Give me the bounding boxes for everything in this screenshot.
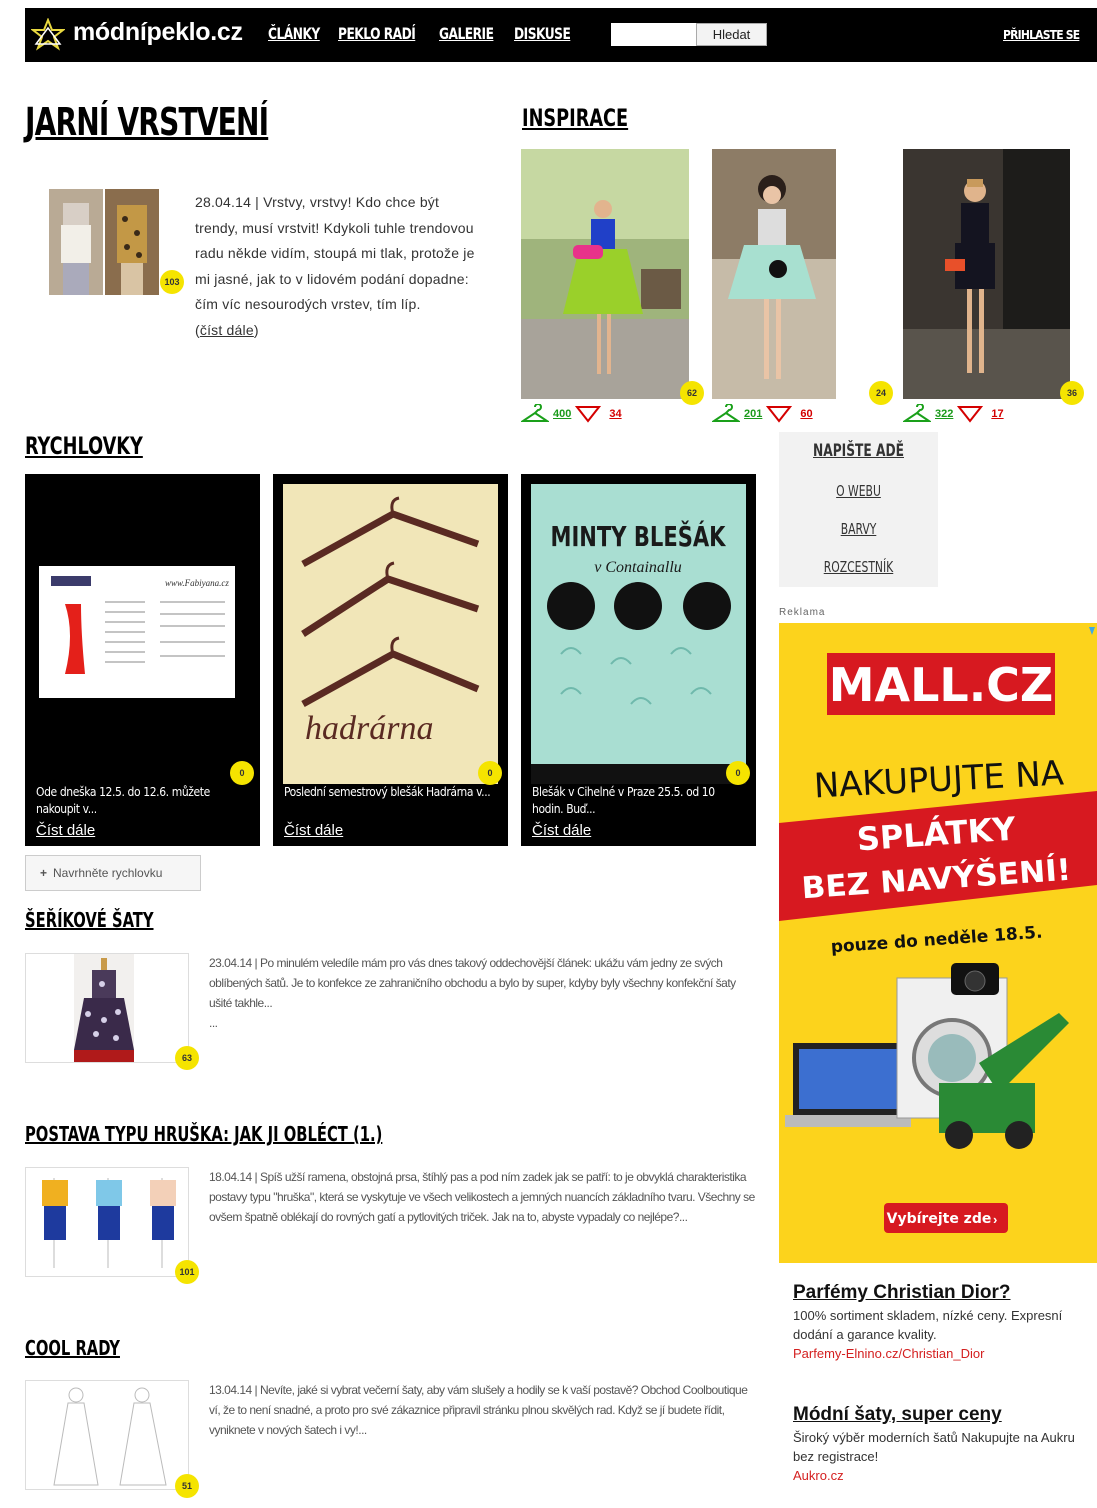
- article-badge-3: 51: [175, 1474, 199, 1498]
- logo-hanger-icon[interactable]: [31, 18, 65, 52]
- article-title-2[interactable]: POSTAVA TYPU HRUŠKA: JAK JI OBLÉCT (1.): [25, 1122, 382, 1146]
- mall-ad-banner[interactable]: MALL.CZ NAKUPUJTE NA SPLÁTKY BEZ NAVÝŠEN…: [779, 623, 1097, 1263]
- text-ad-title-2[interactable]: Módní šaty, super ceny: [793, 1404, 1002, 1426]
- top-navigation-bar: módnípeklo.cz ČLÁNKY PEKLO RADÍ GALERIE …: [25, 8, 1097, 62]
- article-badge-1: 63: [175, 1046, 199, 1070]
- sidebar-link-rozcestnik[interactable]: ROZCESTNÍK: [795, 558, 922, 576]
- text-ad-title-1[interactable]: Parfémy Christian Dior?: [793, 1282, 1011, 1304]
- nav-clanky[interactable]: ČLÁNKY: [268, 24, 320, 43]
- inspiration-badge-1: 62: [680, 381, 704, 405]
- quick-read-more-2[interactable]: Číst dále: [284, 822, 343, 839]
- article-title-3[interactable]: COOL RADY: [25, 1336, 120, 1360]
- quick-tile-1[interactable]: www.Fabiyana.cz 0 Ode dneška 12.5. do 12…: [25, 474, 260, 846]
- quick-tile-2[interactable]: hadrárna 0 Poslední semestrový blešák Ha…: [273, 474, 508, 846]
- poster-minty-sub: v Containallu: [594, 559, 682, 576]
- search-input[interactable]: [611, 23, 697, 46]
- sidebar-link-barvy[interactable]: BARVY: [795, 520, 922, 538]
- sidebar-menu: NAPIŠTE ADĚ O WEBU BARVY ROZCESTNÍK: [779, 432, 938, 587]
- heart-count[interactable]: 60: [800, 408, 812, 420]
- ad-cta-text[interactable]: Vybírejte zde: [887, 1211, 992, 1227]
- text-ad-url-2[interactable]: Aukro.cz: [793, 1468, 844, 1483]
- quick-badge-1: 0: [230, 761, 254, 785]
- ad-brand-text: MALL.CZ: [829, 658, 1054, 712]
- heart-count[interactable]: 34: [609, 408, 621, 420]
- heart-hanger-icon[interactable]: [957, 404, 984, 424]
- heart-hanger-icon[interactable]: [766, 404, 793, 424]
- quick-tile-3[interactable]: MINTY BLEŠÁK v Containallu 0 Blešák v Ci…: [521, 474, 756, 846]
- inspiration-stats-2: 201 60: [712, 404, 813, 424]
- like-count[interactable]: 322: [935, 408, 953, 420]
- inspiration-stats-1: 400 34: [521, 404, 622, 424]
- nav-galerie[interactable]: GALERIE: [439, 24, 494, 43]
- inspiration-badge-3: 36: [1060, 381, 1084, 405]
- site-logo-text[interactable]: módnípeklo.cz: [73, 18, 243, 47]
- sidebar-link-napiste-ade[interactable]: NAPIŠTE ADĚ: [795, 441, 922, 461]
- text-ad-body-1: 100% sortiment skladem, nízké ceny. Expr…: [793, 1308, 1063, 1342]
- article-excerpt-text-1: 23.04.14 | Po minulém veledíle mám pro v…: [209, 956, 736, 1010]
- plus-icon: +: [40, 866, 48, 880]
- article-excerpt-3: 13.04.14 | Nevíte, jaké si vybrat večern…: [209, 1383, 748, 1437]
- article-title-1[interactable]: ŠEŘÍKOVÉ ŠATY: [25, 908, 154, 932]
- text-ad-body-2: Široký výběr moderních šatů Nakupujte na…: [793, 1430, 1075, 1464]
- hero-excerpt-text: 28.04.14 | Vrstvy, vrstvy! Kdo chce být …: [195, 194, 475, 312]
- inspiration-stats-3: 322 17: [903, 404, 1004, 424]
- quick-badge-2: 0: [478, 761, 502, 785]
- read-more-link[interactable]: číst dále: [200, 322, 254, 338]
- inspiration-photo-1[interactable]: [521, 149, 689, 399]
- inspiration-photo-3[interactable]: [903, 149, 1070, 399]
- quick-image-2[interactable]: hadrárna: [283, 484, 498, 784]
- inspiration-badge-2: 24: [869, 381, 893, 405]
- quick-read-more-3[interactable]: Číst dále: [532, 822, 591, 839]
- article-excerpt-ellipsis-1: ...: [209, 1016, 218, 1030]
- article-excerpt-1: 23.04.14 | Po minulém veledíle mám pro v…: [209, 953, 761, 1033]
- quick-badge-3: 0: [726, 761, 750, 785]
- quick-caption-3: Blešák v Cihelné v Praze 25.5. od 10 hod…: [532, 785, 715, 816]
- ad-label: Reklama: [779, 607, 826, 618]
- poster-hadrarna-text: hadrárna: [305, 710, 433, 747]
- article-thumb-3[interactable]: [25, 1380, 189, 1490]
- quick-caption-1: Ode dneška 12.5. do 12.6. můžete nakoupi…: [36, 785, 210, 816]
- heart-count[interactable]: 17: [991, 408, 1003, 420]
- inspiration-photo-2[interactable]: [712, 149, 836, 399]
- hanger-like-icon[interactable]: [903, 404, 931, 424]
- like-count[interactable]: 201: [744, 408, 762, 420]
- inspiration-title[interactable]: INSPIRACE: [522, 104, 628, 132]
- nav-peklo-radi[interactable]: PEKLO RADÍ: [338, 24, 416, 43]
- read-more-close: ): [253, 321, 259, 338]
- like-count[interactable]: 400: [553, 408, 571, 420]
- quick-title[interactable]: RYCHLOVKY: [25, 432, 143, 460]
- login-link[interactable]: PŘIHLASTE SE: [1003, 28, 1080, 42]
- hanger-like-icon[interactable]: [712, 404, 740, 424]
- hero-excerpt: 28.04.14 | Vrstvy, vrstvy! Kdo chce být …: [25, 190, 475, 343]
- quick-caption-2: Poslední semestrový blešák Hadrárna v...: [284, 785, 491, 799]
- nav-diskuse[interactable]: DISKUSE: [514, 24, 571, 43]
- quick-image-3[interactable]: MINTY BLEŠÁK v Containallu: [531, 484, 746, 784]
- search-button[interactable]: Hledat: [696, 23, 767, 46]
- hero-title[interactable]: JARNÍ VRSTVENÍ: [25, 100, 269, 144]
- chevron-right-icon: ›: [993, 1212, 997, 1227]
- poster-minty-title: MINTY BLEŠÁK: [551, 519, 727, 553]
- text-ad-url-1[interactable]: Parfemy-Elnino.cz/Christian_Dior: [793, 1346, 984, 1361]
- article-thumb-1[interactable]: [25, 953, 189, 1063]
- quick-read-more-1[interactable]: Číst dále: [36, 822, 95, 839]
- quick-image-1[interactable]: www.Fabiyana.cz: [35, 484, 250, 784]
- suggest-quick-button[interactable]: + Navrhněte rychlovku: [25, 855, 201, 891]
- article-thumb-2[interactable]: [25, 1167, 189, 1277]
- sidebar-link-o-webu[interactable]: O WEBU: [795, 482, 922, 500]
- suggest-quick-label: Navrhněte rychlovku: [53, 866, 163, 880]
- article-badge-2: 101: [175, 1260, 199, 1284]
- heart-hanger-icon[interactable]: [575, 404, 602, 424]
- hanger-like-icon[interactable]: [521, 404, 549, 424]
- article-excerpt-2: 18.04.14 | Spíš užší ramena, obstojná pr…: [209, 1170, 755, 1224]
- svg-text:www.Fabiyana.cz: www.Fabiyana.cz: [165, 578, 229, 588]
